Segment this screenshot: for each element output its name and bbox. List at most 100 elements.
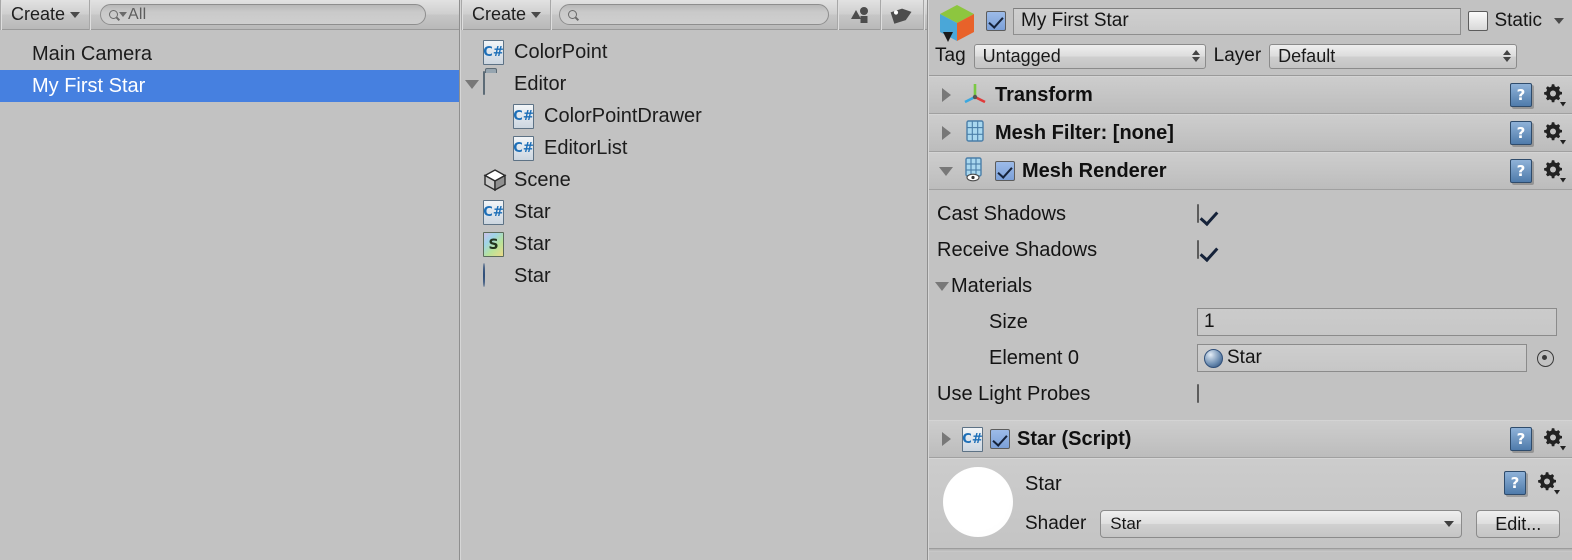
help-icon[interactable]: ?	[1510, 159, 1532, 183]
hierarchy-item-main-camera[interactable]: Main Camera	[0, 38, 459, 70]
static-dropdown-chevron-down-icon[interactable]	[1554, 18, 1564, 24]
foldout-collapsed-icon[interactable]	[937, 432, 955, 446]
project-item-label: ColorPoint	[514, 40, 608, 63]
cast-shadows-checkbox[interactable]	[1197, 204, 1199, 223]
csharp-script-icon: C#	[513, 104, 537, 129]
project-item-editor-folder[interactable]: Editor	[461, 68, 927, 100]
help-icon[interactable]: ?	[1504, 471, 1526, 495]
project-create-label: Create	[472, 4, 527, 24]
gear-icon[interactable]	[1542, 83, 1566, 107]
project-item-label: Star	[514, 264, 551, 287]
element0-value: Star	[1227, 347, 1262, 368]
gameobject-name-input[interactable]: My First Star	[1013, 7, 1462, 35]
help-icon[interactable]: ?	[1510, 121, 1532, 145]
project-item-editorlist[interactable]: C# EditorList	[461, 132, 927, 164]
receive-shadows-label: Receive Shadows	[937, 238, 1098, 261]
gameobject-cube-icon	[935, 2, 979, 46]
toolbar-divider	[550, 0, 552, 30]
updown-chevron-icon	[1497, 50, 1512, 62]
type-filter-icon[interactable]	[838, 0, 880, 30]
layer-dropdown[interactable]: Default	[1269, 43, 1518, 69]
help-glyph: ?	[1510, 474, 1520, 492]
project-item-colorpoint[interactable]: C# ColorPoint	[461, 36, 927, 68]
component-header-mesh-filter[interactable]: Mesh Filter: [none] ?	[929, 114, 1572, 152]
foldout-expanded-icon[interactable]	[461, 79, 483, 89]
gear-icon[interactable]	[1542, 121, 1566, 145]
foldout-collapsed-icon[interactable]	[937, 88, 955, 102]
project-item-label: Editor	[514, 72, 567, 95]
tag-label: Tag	[935, 45, 966, 66]
tag-dropdown[interactable]: Untagged	[973, 43, 1206, 69]
layer-value: Default	[1278, 45, 1336, 66]
help-icon[interactable]: ?	[1510, 427, 1532, 451]
gear-icon[interactable]	[1542, 159, 1566, 183]
project-item-colorpointdrawer[interactable]: C# ColorPointDrawer	[461, 100, 927, 132]
unity-editor-window: Create All Main Camera My First Star Cre…	[0, 0, 1572, 560]
gear-icon[interactable]	[1542, 427, 1566, 451]
csharp-script-icon: C#	[483, 200, 507, 225]
label-filter-icon[interactable]	[881, 0, 923, 30]
static-checkbox[interactable]	[1468, 11, 1489, 31]
csharp-script-icon: C#	[483, 40, 507, 65]
shader-dropdown[interactable]: Star	[1100, 510, 1463, 538]
shader-label: Shader	[1025, 513, 1087, 534]
property-row-cast-shadows: Cast Shadows	[937, 196, 1564, 232]
gear-icon[interactable]	[1536, 471, 1560, 495]
project-item-label: ColorPointDrawer	[544, 104, 702, 127]
inspector-header: My First Star Static Tag Untagged Layer …	[929, 0, 1572, 76]
mesh-filter-icon	[962, 118, 988, 149]
project-item-label: Star	[514, 200, 551, 223]
materials-size-value: 1	[1204, 311, 1215, 332]
gameobject-enabled-checkbox[interactable]	[986, 11, 1006, 31]
shader-edit-button[interactable]: Edit...	[1476, 510, 1561, 538]
project-create-button[interactable]: Create	[462, 0, 550, 30]
shader-edit-label: Edit...	[1495, 513, 1542, 534]
updown-chevron-icon	[1186, 50, 1200, 62]
material-inspector-block: Star Shader Star Edit... ?	[929, 458, 1572, 549]
folder-icon	[483, 71, 507, 96]
material-name: Star	[1025, 473, 1062, 495]
project-item-label: EditorList	[544, 136, 628, 159]
size-label: Size	[989, 310, 1028, 333]
shader-value: Star	[1110, 514, 1142, 533]
receive-shadows-checkbox[interactable]	[1197, 240, 1199, 259]
foldout-collapsed-icon[interactable]	[937, 126, 955, 140]
project-search-input[interactable]	[559, 4, 830, 25]
toolbar-divider	[923, 0, 925, 30]
component-header-mesh-renderer[interactable]: Mesh Renderer ?	[929, 152, 1572, 190]
help-icon[interactable]: ?	[1510, 83, 1532, 107]
use-light-probes-checkbox[interactable]	[1197, 384, 1199, 403]
hierarchy-search-input[interactable]: All	[100, 4, 427, 25]
hierarchy-create-button[interactable]: Create	[1, 0, 89, 30]
property-row-use-light-probes: Use Light Probes	[937, 376, 1564, 412]
object-picker-icon[interactable]	[1537, 349, 1554, 367]
project-toolbar: Create	[461, 0, 927, 30]
project-item-star-shader[interactable]: S Star	[461, 228, 927, 260]
element0-object-field[interactable]: Star	[1197, 344, 1527, 372]
star-script-enabled-checkbox[interactable]	[990, 429, 1010, 449]
property-row-materials[interactable]: Materials	[935, 268, 1564, 304]
foldout-expanded-icon[interactable]	[937, 166, 955, 176]
component-header-star-script[interactable]: C# Star (Script) ?	[929, 420, 1572, 458]
project-item-star-script[interactable]: C# Star	[461, 196, 927, 228]
mesh-renderer-properties: Cast Shadows Receive Shadows Materials S…	[929, 190, 1572, 420]
component-title: Star (Script)	[1017, 427, 1132, 450]
material-preview[interactable]	[943, 467, 1013, 537]
materials-foldout-expanded-icon[interactable]	[933, 281, 951, 291]
component-header-transform[interactable]: Transform ?	[929, 76, 1572, 114]
property-row-size: Size 1	[937, 304, 1564, 340]
project-item-scene[interactable]: Scene	[461, 164, 927, 196]
mesh-renderer-enabled-checkbox[interactable]	[995, 161, 1015, 181]
project-item-star-material[interactable]: Star	[461, 260, 927, 292]
help-glyph: ?	[1516, 124, 1526, 142]
hierarchy-item-label: Main Camera	[32, 42, 153, 65]
help-glyph: ?	[1516, 162, 1526, 180]
materials-size-input[interactable]: 1	[1197, 308, 1557, 336]
hierarchy-item-my-first-star[interactable]: My First Star	[0, 70, 459, 102]
shader-icon: S	[483, 232, 507, 257]
inspector-bottom-divider	[929, 549, 1572, 552]
material-icon	[1204, 348, 1223, 368]
chevron-down-icon	[119, 12, 128, 17]
materials-label: Materials	[951, 274, 1033, 297]
project-item-label: Star	[514, 232, 551, 255]
